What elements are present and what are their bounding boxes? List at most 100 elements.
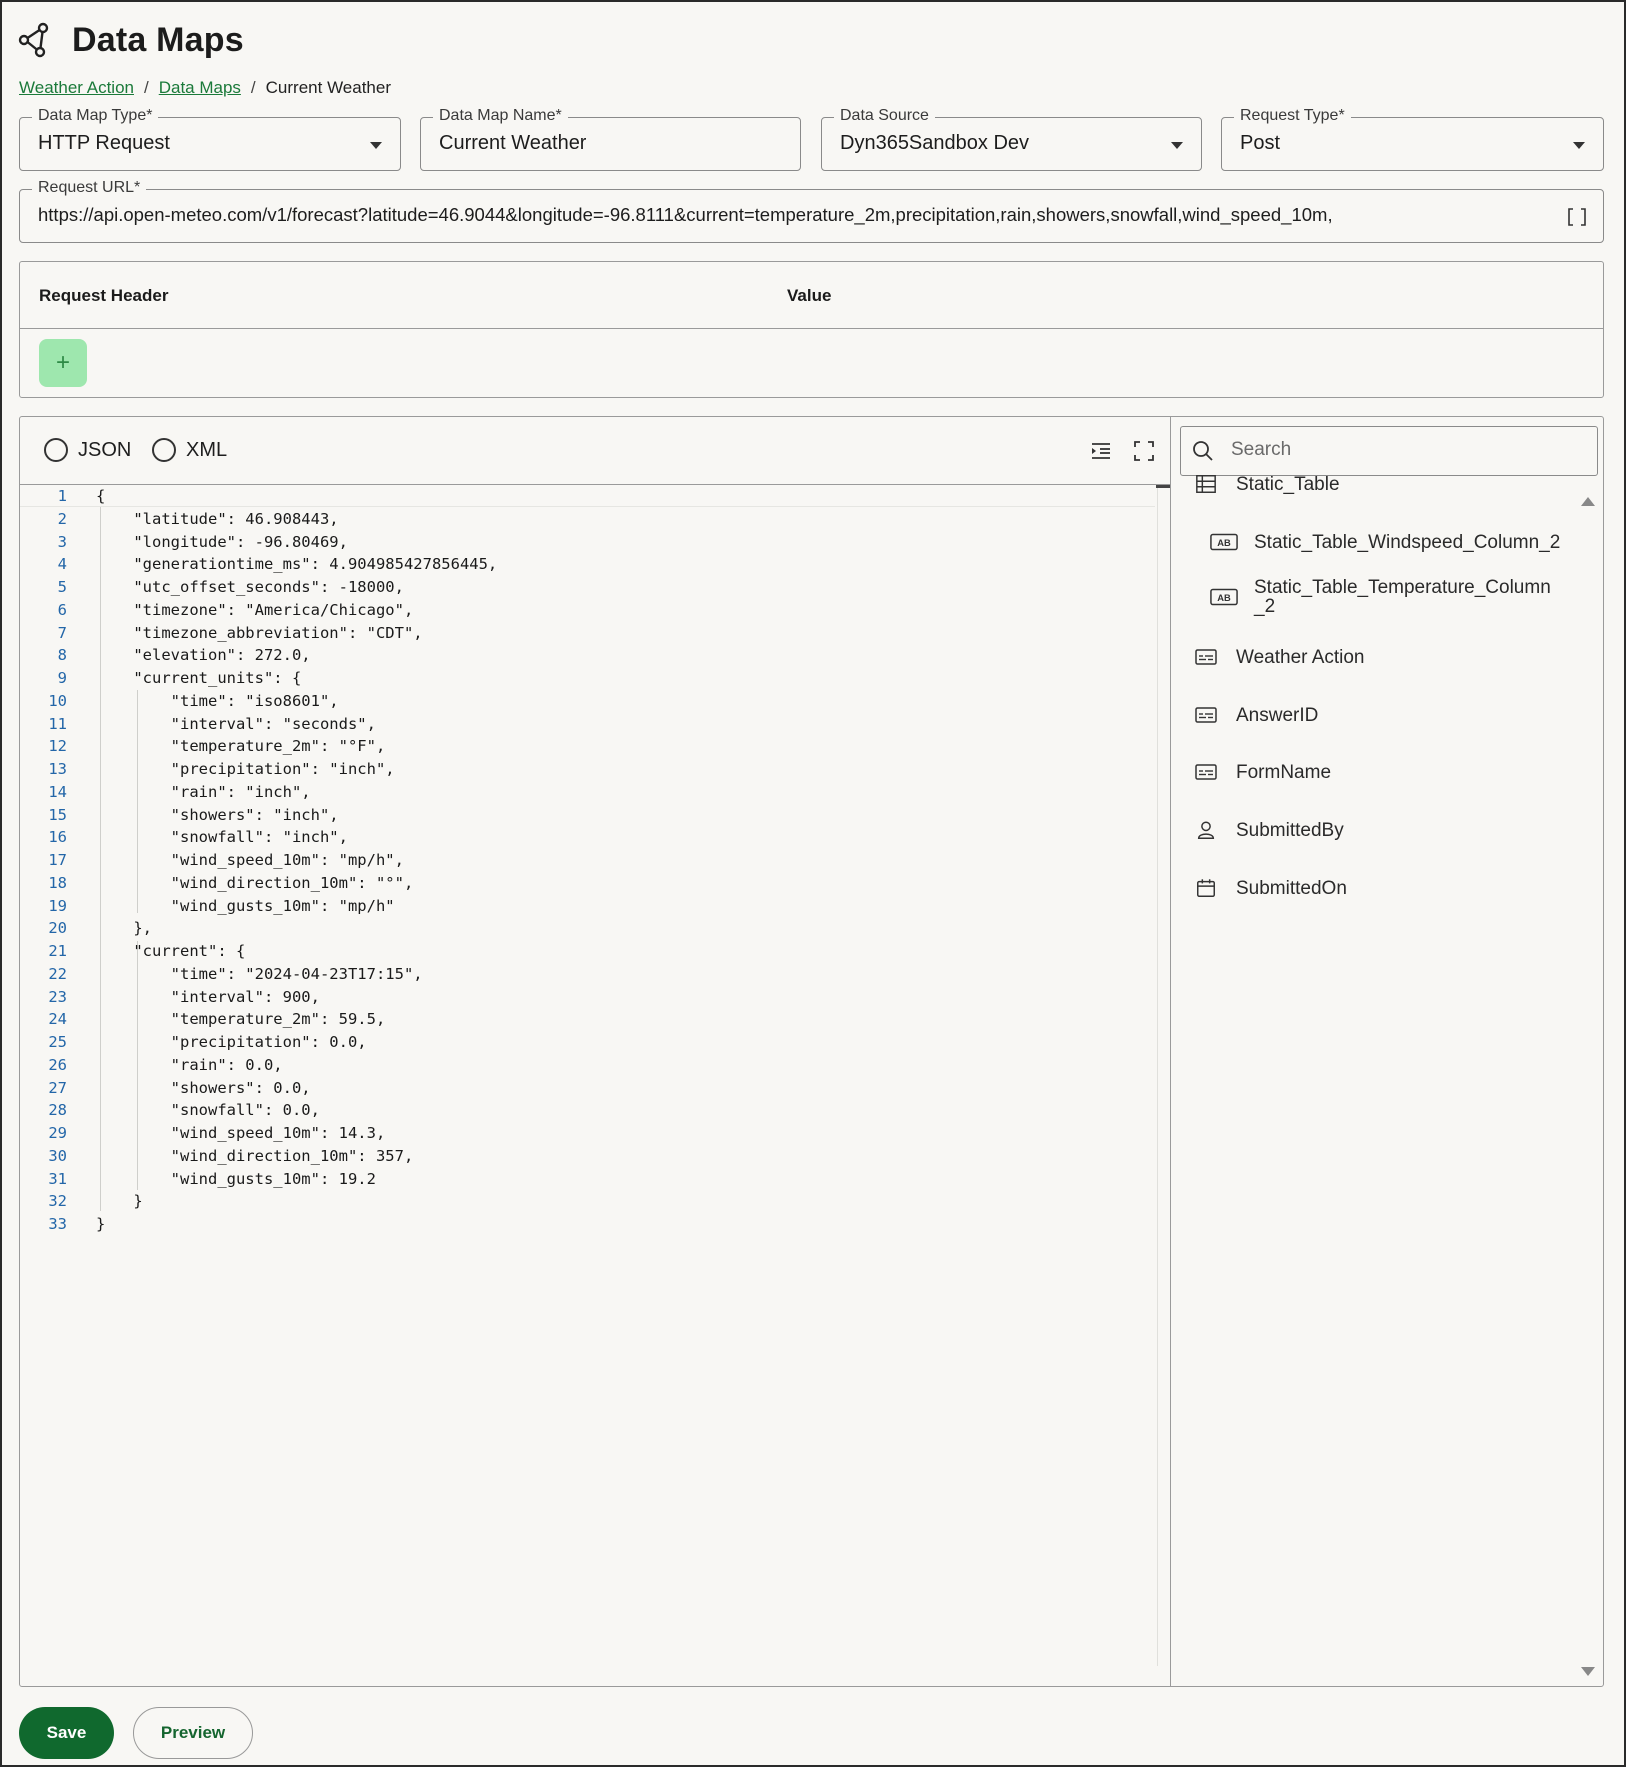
line-number: 23 [48,987,67,1006]
field-item-label: Static_Table_Windspeed_Column_2 [1254,531,1561,553]
caret-down-icon [1171,142,1183,149]
column-request-header: Request Header [39,286,169,305]
request-url-label: Request URL* [32,179,147,197]
editor-scrollbar-thumb[interactable] [1156,485,1170,488]
column-value: Value [787,286,832,305]
code-lines[interactable]: 1{2 "latitude": 46.908443, 3 "longitude":… [20,485,1170,1686]
request-headers-table: Request Header Value + [19,261,1604,398]
line-number: 9 [57,669,67,687]
request-type-value: Post [1240,132,1281,154]
radio-circle-icon [152,438,176,462]
field-item-weather-action[interactable]: Weather Action [1192,645,1365,669]
radio-json[interactable]: JSON [44,438,131,462]
code-line: 3 "longitude": -96.80469, [20,531,1155,553]
code-line: 23 "interval": 900, [20,986,1155,1008]
breadcrumb-link-data-maps[interactable]: Data Maps [159,78,241,98]
fullscreen-icon[interactable] [1132,439,1156,463]
data-map-type-select[interactable]: Data Map Type* HTTP Request [19,107,401,171]
field-item-formname[interactable]: FormName [1192,760,1331,784]
search-input[interactable] [1231,439,1581,461]
user-icon [1192,818,1220,842]
code-text: "current": { [96,942,246,960]
form-field-icon [1192,645,1220,669]
code-line: 32 } [20,1190,1155,1212]
format-indent-icon[interactable] [1089,439,1113,463]
save-button[interactable]: Save [19,1707,114,1759]
form-field-icon [1192,703,1220,727]
field-item-label: Static_Table_Temperature_Column_2 [1254,577,1551,617]
svg-text:AB: AB [1217,593,1231,603]
line-number: 4 [57,555,67,574]
svg-text:AB: AB [1217,538,1231,548]
code-line: 11 "interval": "seconds", [20,713,1155,735]
add-header-button[interactable]: + [39,339,87,387]
line-number: 2 [57,509,67,528]
request-type-select[interactable]: Request Type* Post [1221,107,1604,171]
request-url-value: https://api.open-meteo.com/v1/forecast?l… [38,204,1333,225]
line-number: 21 [48,942,67,960]
line-number: 20 [48,919,67,938]
line-number: 12 [48,737,67,756]
line-number: 14 [48,782,67,801]
request-type-label: Request Type* [1234,107,1351,125]
line-number: 13 [48,760,67,778]
share-nodes-icon [18,22,49,58]
data-source-select[interactable]: Data Source Dyn365Sandbox Dev [821,107,1202,171]
fields-search[interactable] [1180,426,1598,476]
code-text: "wind_gusts_10m": 19.2 [96,1169,376,1188]
line-number: 3 [57,532,67,551]
text-field-icon: AB [1210,585,1238,609]
code-text: "timezone": "America/Chicago", [96,600,414,619]
preview-button[interactable]: Preview [133,1707,253,1759]
line-number: 19 [48,896,67,915]
line-number: 29 [48,1124,67,1142]
code-text: "wind_speed_10m": "mp/h", [96,851,404,869]
line-number: 27 [48,1078,67,1097]
field-item-submittedon[interactable]: SubmittedOn [1192,876,1347,900]
scroll-down-arrow-icon[interactable] [1581,1667,1595,1676]
search-icon [1193,441,1213,461]
expand-brackets-icon[interactable] [1567,207,1587,227]
code-text: "showers": 0.0, [96,1078,311,1097]
code-text: "current_units": { [96,669,302,687]
line-number: 33 [48,1215,67,1233]
breadcrumb-separator: / [250,78,256,97]
code-line: 20 }, [20,917,1155,939]
field-item-submittedby[interactable]: SubmittedBy [1192,818,1344,842]
headers-table-header: Request Header Value [20,262,1603,329]
caret-down-icon [370,142,382,149]
radio-xml[interactable]: XML [152,438,227,462]
code-text: "rain": 0.0, [96,1055,283,1074]
code-text: "timezone_abbreviation": "CDT", [96,623,423,642]
code-text: "wind_direction_10m": 357, [96,1146,414,1165]
response-editor-panel: JSON XML 1{2 "latitude": 46.908443, 3 "l… [19,416,1604,1687]
code-text: "latitude": 46.908443, [96,509,339,528]
field-item-static-table[interactable]: Static_Table [1192,472,1340,496]
data-map-name-label: Data Map Name* [433,107,568,125]
code-line: 26 "rain": 0.0, [20,1054,1155,1076]
data-map-name-field[interactable]: Data Map Name* Current Weather [420,107,801,171]
code-line: 12 "temperature_2m": "°F", [20,735,1155,757]
code-line: 8 "elevation": 272.0, [20,644,1155,666]
code-text: } [96,1215,106,1233]
breadcrumb: Weather Action / Data Maps / Current Wea… [19,78,391,98]
field-item-static-table-windspeed-column-2[interactable]: AB Static_Table_Windspeed_Column_2 [1210,530,1560,554]
code-text: "rain": "inch", [96,782,311,801]
breadcrumb-link-weather-action[interactable]: Weather Action [19,78,134,98]
code-text: "wind_speed_10m": 14.3, [96,1124,386,1142]
field-item-static-table-temperature-column-2[interactable]: AB Static_Table_Temperature_Column_2 [1210,578,1554,616]
code-line: 13 "precipitation": "inch", [20,758,1155,780]
code-text: "showers": "inch", [96,805,339,824]
scroll-up-arrow-icon[interactable] [1581,497,1595,506]
breadcrumb-separator: / [143,78,149,97]
code-line: 31 "wind_gusts_10m": 19.2 [20,1168,1155,1190]
code-line: 24 "temperature_2m": 59.5, [20,1008,1155,1030]
field-item-answerid[interactable]: AnswerID [1192,703,1318,727]
line-number: 30 [48,1146,67,1165]
code-text: "time": "iso8601", [96,691,339,710]
line-number: 11 [48,714,67,733]
line-number: 18 [48,873,67,892]
line-number: 7 [57,623,67,642]
request-url-field[interactable]: Request URL* https://api.open-meteo.com/… [19,179,1604,243]
calendar-icon [1192,876,1220,900]
